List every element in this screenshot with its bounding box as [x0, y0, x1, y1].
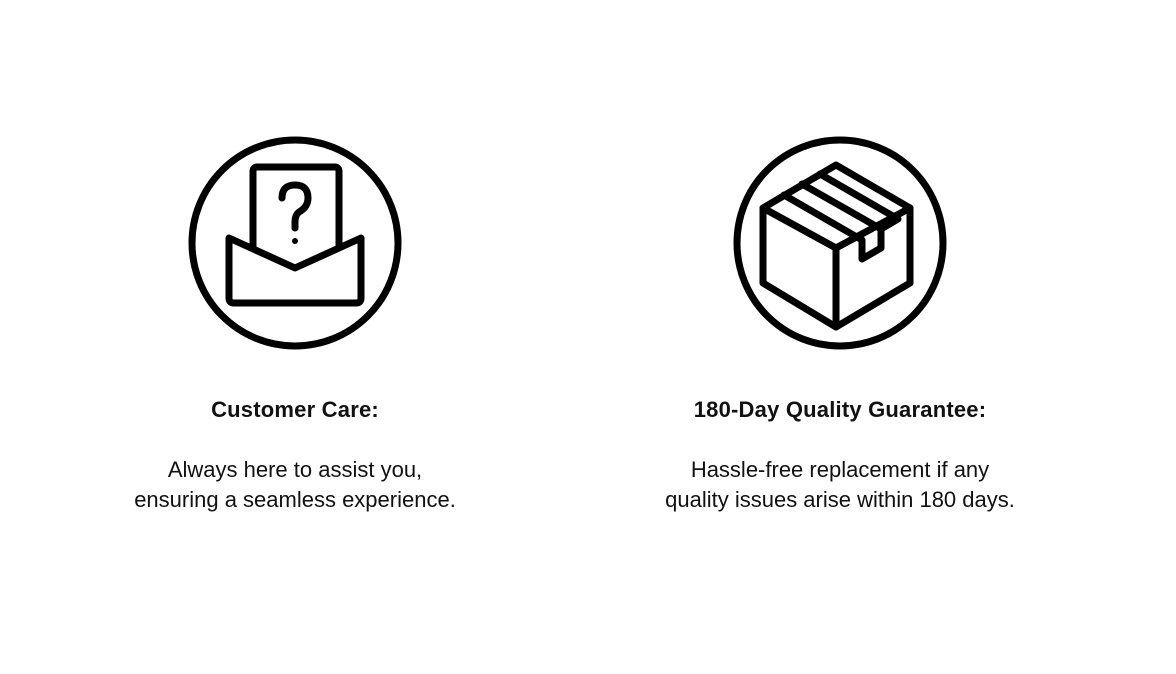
description-line: Always here to assist you,	[167, 457, 423, 482]
description-line: ensuring a seamless experience.	[134, 487, 456, 512]
feature-description: Always here to assist you, ensuring a se…	[55, 455, 535, 515]
customer-support-envelope-icon	[188, 136, 402, 350]
package-box-icon	[733, 136, 947, 350]
feature-description: Hassle-free replacement if any quality i…	[600, 455, 1080, 515]
feature-title: Customer Care:	[211, 397, 379, 422]
description-line: quality issues arise within 180 days.	[665, 487, 1015, 512]
description-line: Hassle-free replacement if any	[690, 457, 990, 482]
feature-title: 180-Day Quality Guarantee:	[693, 397, 987, 422]
feature-customer-care: Customer Care: Always here to assist you…	[55, 135, 535, 515]
feature-quality-guarantee: 180-Day Quality Guarantee: Hassle-free r…	[600, 135, 1080, 515]
